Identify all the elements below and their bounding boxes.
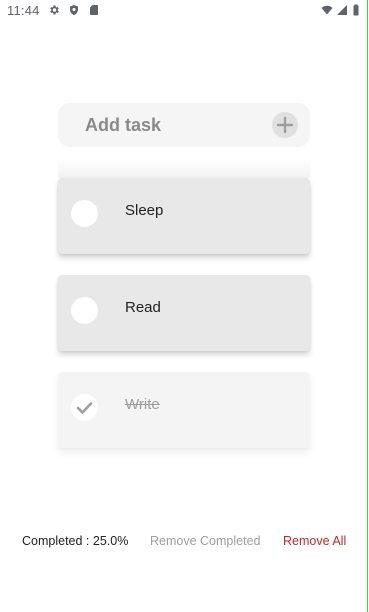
add-task-button[interactable] bbox=[272, 112, 298, 138]
status-time: 11:44 bbox=[7, 3, 40, 18]
battery-icon bbox=[352, 4, 360, 16]
completed-percentage: Completed : 25.0% bbox=[22, 534, 129, 548]
footer: Completed : 25.0% Remove Completed Remov… bbox=[0, 534, 369, 554]
signal-icon bbox=[336, 4, 348, 16]
sim-card-icon bbox=[88, 4, 100, 16]
remove-completed-button[interactable]: Remove Completed bbox=[150, 534, 260, 548]
task-item-sleep[interactable]: Sleep bbox=[58, 160, 310, 254]
edge-line bbox=[367, 0, 368, 612]
task-checkbox-checked[interactable] bbox=[71, 394, 98, 421]
wifi-icon bbox=[321, 4, 333, 16]
task-item-read[interactable]: Read bbox=[58, 275, 310, 351]
shield-icon bbox=[68, 4, 80, 16]
plus-icon bbox=[276, 116, 294, 134]
remove-all-button[interactable]: Remove All bbox=[283, 534, 346, 548]
add-task-input[interactable]: Add task bbox=[85, 115, 161, 136]
checkmark-icon bbox=[76, 402, 93, 414]
task-label: Read bbox=[125, 299, 161, 316]
task-label: Write bbox=[125, 396, 160, 413]
add-task-bar[interactable]: Add task bbox=[58, 103, 310, 147]
status-bar: 11:44 bbox=[0, 0, 369, 22]
task-checkbox[interactable] bbox=[71, 200, 98, 227]
settings-gear-icon bbox=[48, 4, 60, 16]
task-item-write[interactable]: Write bbox=[58, 372, 310, 448]
task-fade bbox=[58, 160, 310, 178]
task-label: Sleep bbox=[125, 202, 164, 219]
task-checkbox[interactable] bbox=[71, 297, 98, 324]
